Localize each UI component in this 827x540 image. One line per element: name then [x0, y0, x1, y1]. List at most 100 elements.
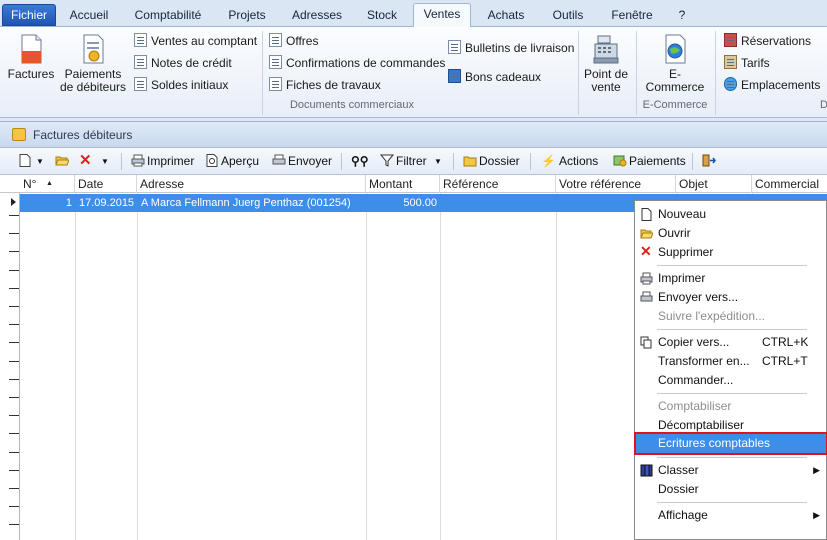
col-header-votre-reference[interactable]: Votre référence	[556, 175, 676, 193]
bons-cadeaux-button[interactable]: Bons cadeaux	[448, 68, 541, 86]
bulletins-livraison-button[interactable]: Bulletins de livraison	[448, 39, 574, 57]
menu-item-envoyer-vers[interactable]: Envoyer vers...	[636, 288, 826, 307]
soldes-initiaux-label: Soldes initiaux	[151, 78, 229, 92]
menu-label: Comptabiliser	[658, 399, 732, 413]
tab-projets[interactable]: Projets	[218, 5, 276, 27]
paiements-button[interactable]: Paiements	[613, 152, 686, 171]
filtrer-button[interactable]: Filtrer	[380, 152, 427, 171]
grid-column-line	[137, 175, 138, 540]
factures-button[interactable]: Factures	[6, 33, 56, 81]
apercu-label: Aperçu	[221, 154, 260, 168]
notes-de-credit-label: Notes de crédit	[151, 56, 232, 70]
tab-help[interactable]: ?	[670, 5, 694, 27]
row-tick	[9, 306, 19, 307]
col-header-reference[interactable]: Référence	[440, 175, 556, 193]
filter-icon	[380, 154, 394, 167]
delete-button[interactable]: ✕	[79, 152, 92, 171]
emplacements-button[interactable]: Emplacements	[724, 76, 820, 94]
tab-accueil[interactable]: Accueil	[60, 5, 118, 27]
tab-adresses[interactable]: Adresses	[282, 5, 352, 27]
grid-column-line	[440, 175, 441, 540]
filtrer-dropdown[interactable]: ▼	[434, 152, 442, 171]
ventes-au-comptant-button[interactable]: Ventes au comptant	[134, 32, 257, 50]
fiches-de-travaux-label: Fiches de travaux	[286, 78, 381, 92]
tab-fenetre[interactable]: Fenêtre	[600, 5, 664, 27]
notes-de-credit-button[interactable]: Notes de crédit	[134, 54, 232, 72]
menu-label: Classer	[658, 463, 699, 477]
toolbar-separator	[341, 153, 342, 170]
paiements-label: Paiements	[629, 154, 686, 168]
row-tick	[9, 215, 19, 216]
imprimer-button[interactable]: Imprimer	[131, 152, 194, 171]
reservations-button[interactable]: Réservations	[724, 32, 811, 50]
col-header-objet[interactable]: Objet	[676, 175, 752, 193]
tab-stock[interactable]: Stock	[356, 5, 408, 27]
menu-item-affichage[interactable]: Affichage ▶	[636, 506, 826, 525]
binoculars-icon: ⚲⚲	[351, 154, 369, 168]
gift-card-icon	[448, 69, 461, 83]
tab-comptabilite[interactable]: Comptabilité	[123, 5, 213, 27]
fiches-de-travaux-button[interactable]: Fiches de travaux	[269, 76, 381, 94]
point-de-vente-button[interactable]: Point de vente	[581, 33, 631, 94]
delete-x-icon: ✕	[79, 152, 92, 169]
tab-outils[interactable]: Outils	[541, 5, 595, 27]
col-header-no[interactable]: N° ▲	[20, 175, 75, 193]
price-tag-icon	[724, 55, 737, 69]
row-tick	[9, 397, 19, 398]
menu-item-transformer[interactable]: Transformer en... CTRL+T	[636, 352, 826, 371]
cell-date: 17.09.2015	[79, 197, 135, 209]
menu-label: Suivre l'expédition...	[658, 309, 766, 323]
dossier-button[interactable]: Dossier	[463, 152, 520, 171]
envoyer-button[interactable]: Envoyer	[272, 152, 332, 171]
binder-icon	[640, 464, 653, 477]
menu-item-ouvrir[interactable]: Ouvrir	[636, 224, 826, 243]
document-icon	[134, 77, 147, 91]
filtrer-label: Filtrer	[396, 154, 427, 168]
new-button[interactable]	[18, 152, 34, 171]
menu-item-supprimer[interactable]: ✕ Supprimer	[636, 243, 826, 262]
menu-item-decomptabiliser[interactable]: Décomptabiliser	[636, 416, 826, 435]
col-header-montant[interactable]: Montant	[366, 175, 440, 193]
document-icon	[134, 55, 147, 69]
col-header-adresse[interactable]: Adresse	[137, 175, 366, 193]
soldes-initiaux-button[interactable]: Soldes initiaux	[134, 76, 228, 94]
reservations-label: Réservations	[741, 34, 812, 48]
menu-item-dossier[interactable]: Dossier	[636, 480, 826, 499]
menu-item-nouveau[interactable]: Nouveau	[636, 205, 826, 224]
exit-button[interactable]	[702, 152, 718, 171]
confirmations-button[interactable]: Confirmations de commandes	[269, 54, 445, 72]
tab-fichier[interactable]: Fichier	[2, 4, 56, 26]
menu-item-suivre-expedition[interactable]: Suivre l'expédition...	[636, 307, 826, 326]
menu-item-imprimer[interactable]: Imprimer	[636, 269, 826, 288]
col-header-date[interactable]: Date	[75, 175, 137, 193]
offres-label: Offres	[286, 34, 319, 48]
row-tick	[9, 379, 19, 380]
cell-adresse: A Marca Fellmann Juerg Penthaz (001254)	[141, 197, 351, 209]
cell-no: 1	[65, 197, 72, 209]
tab-ventes[interactable]: Ventes	[413, 3, 471, 28]
menu-item-ecritures-comptables[interactable]: Ecritures comptables	[634, 432, 827, 455]
paiements-debiteurs-button[interactable]: Paiements de débiteurs	[57, 33, 129, 94]
search-button[interactable]: ⚲⚲	[351, 152, 369, 171]
ecommerce-button[interactable]: E-Commerce	[641, 33, 709, 94]
tarifs-label: Tarifs	[741, 56, 770, 70]
menu-item-classer[interactable]: Classer ▶	[636, 461, 826, 480]
tab-achats[interactable]: Achats	[476, 5, 536, 27]
open-button[interactable]	[55, 152, 71, 171]
tarifs-button[interactable]: Tarifs	[724, 54, 770, 72]
document-icon	[269, 55, 282, 69]
menu-item-comptabiliser[interactable]: Comptabiliser	[636, 397, 826, 416]
menu-item-commander[interactable]: Commander...	[636, 371, 826, 390]
offres-button[interactable]: Offres	[269, 32, 318, 50]
apercu-button[interactable]: Aperçu	[205, 152, 259, 171]
grid-column-line	[556, 175, 557, 540]
ribbon-ventes: Factures Paiements de débiteurs Ventes a…	[0, 27, 827, 118]
new-dropdown[interactable]: ▼	[36, 152, 44, 171]
menu-label: Envoyer vers...	[658, 290, 739, 304]
submenu-arrow-icon: ▶	[813, 510, 820, 520]
payment-document-icon	[83, 34, 104, 64]
col-header-commercial[interactable]: Commercial	[752, 175, 827, 193]
menu-item-copier-vers[interactable]: Copier vers... CTRL+K	[636, 333, 826, 352]
actions-button[interactable]: ⚡ Actions	[541, 152, 598, 171]
delete-dropdown[interactable]: ▼	[101, 152, 109, 171]
